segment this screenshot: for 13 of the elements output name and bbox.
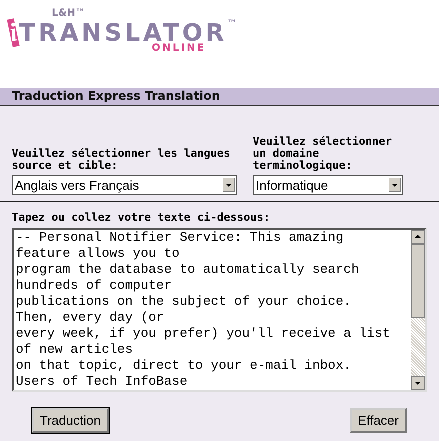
dropdown-arrow-icon [223,178,235,192]
trademark: ™ [227,19,238,30]
action-button[interactable]: Traduction [32,408,109,433]
company-name: L&H™ [52,8,86,19]
field-label: Veuillez sélectionner les langues source et cible: [12,148,232,172]
field-label: Veuillez sélectionner un domaine terminologique: [253,136,394,172]
action-button[interactable]: Effacer [350,408,407,433]
dropdown-arrow-icon [389,178,401,192]
language-dropdown[interactable]: Anglais vers Français [12,175,237,195]
domain-dropdown[interactable]: Informatique [253,175,403,195]
logo-badge: i [7,18,20,48]
field-label: Tapez ou collez votre texte ci-dessous: [12,212,272,224]
section-title: Traduction Express Translation [0,88,439,106]
